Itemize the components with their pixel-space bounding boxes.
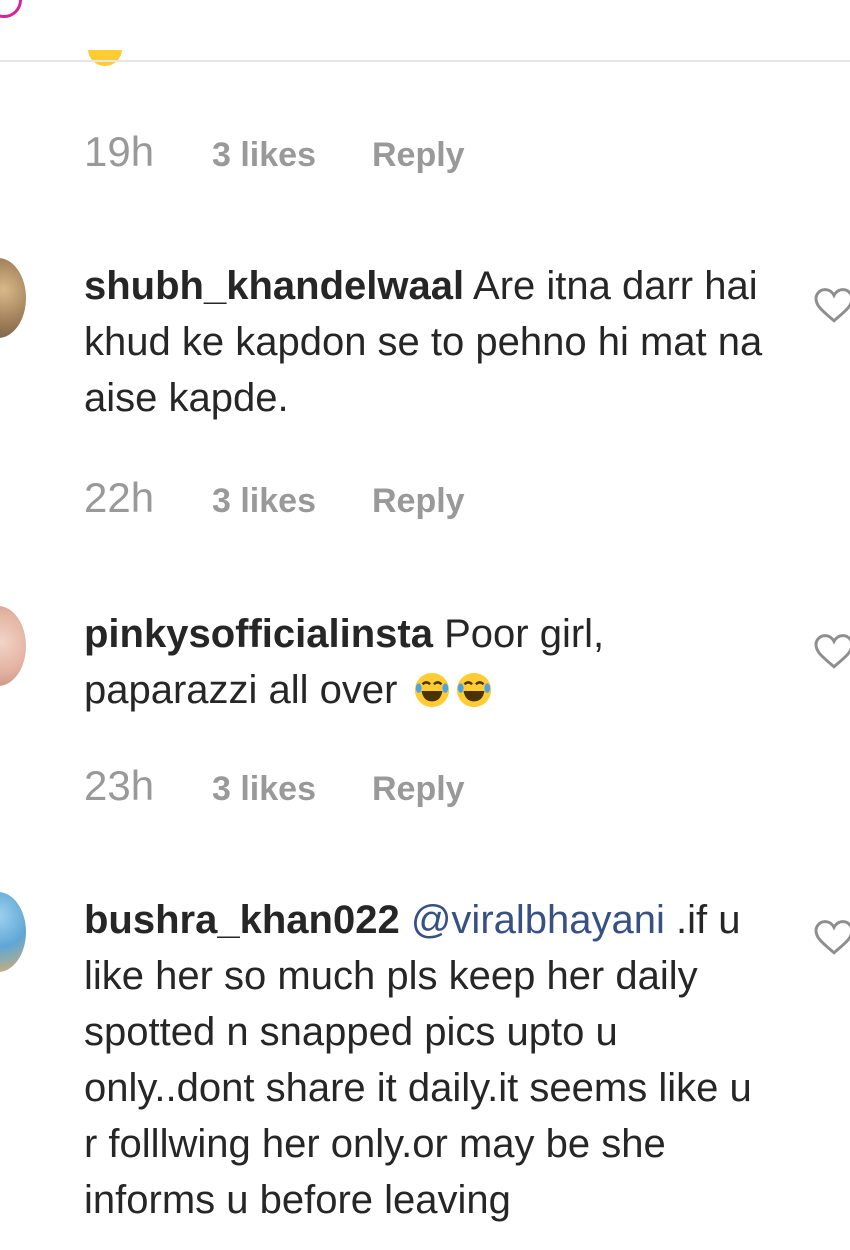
comment-meta: 22h 3 likes Reply xyxy=(84,474,465,522)
timestamp: 22h xyxy=(84,474,155,521)
comment-body: shubh_khandelwaal Are itna darr hai khud… xyxy=(84,258,774,426)
likes-count[interactable]: 3 likes xyxy=(212,482,372,521)
reply-button[interactable]: Reply xyxy=(372,770,465,809)
comment-username[interactable]: shubh_khandelwaal xyxy=(84,264,464,308)
divider xyxy=(0,60,850,62)
emoji-fragment xyxy=(88,50,122,68)
viewport-edge xyxy=(0,1236,850,1250)
timestamp: 23h xyxy=(84,762,155,809)
comment-body: pinkysofficialinsta Poor girl, paparazzi… xyxy=(84,606,774,718)
reply-button[interactable]: Reply xyxy=(372,482,465,521)
timestamp: 19h xyxy=(84,128,155,175)
laughing-emoji-icon xyxy=(414,672,449,708)
comment-meta: 19h 3 likes Reply xyxy=(84,128,465,176)
comment-text: .if u like her so much pls keep her dail… xyxy=(84,898,752,1222)
comment-meta: 23h 3 likes Reply xyxy=(84,762,465,810)
likes-count[interactable]: 3 likes xyxy=(212,136,372,175)
comment-body: bushra_khan022 @viralbhayani .if u like … xyxy=(84,892,774,1228)
laughing-emoji-icon xyxy=(456,672,491,708)
comment-username[interactable]: pinkysofficialinsta xyxy=(84,612,433,656)
avatar[interactable] xyxy=(0,892,26,972)
heart-outline-icon[interactable] xyxy=(814,920,850,956)
avatar[interactable] xyxy=(0,606,26,686)
comment-username[interactable]: bushra_khan022 xyxy=(84,898,400,942)
likes-count[interactable]: 3 likes xyxy=(212,770,372,809)
avatar[interactable] xyxy=(0,258,26,338)
mention-link[interactable]: @viralbhayani xyxy=(411,898,665,942)
reply-button[interactable]: Reply xyxy=(372,136,465,175)
story-ring-avatar[interactable] xyxy=(0,0,22,18)
heart-outline-icon[interactable] xyxy=(814,634,850,670)
heart-outline-icon[interactable] xyxy=(814,288,850,324)
